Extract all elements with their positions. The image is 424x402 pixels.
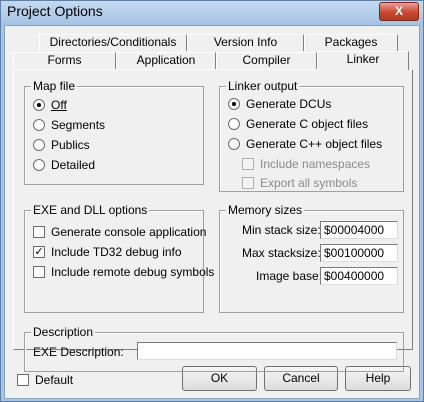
option-label: Generate C++ object files xyxy=(246,137,383,151)
option-label: Publics xyxy=(51,138,90,152)
radio-selected[interactable] xyxy=(33,99,45,111)
tab-label: Directories/Conditionals xyxy=(49,35,177,49)
description-label: Description xyxy=(31,325,96,339)
tab-label: Forms xyxy=(47,53,82,67)
window-title: Project Options xyxy=(7,3,103,19)
checkbox-checked[interactable]: ✓ xyxy=(33,246,45,258)
title-bar[interactable]: Project Options X xyxy=(1,1,423,25)
image-base-input[interactable] xyxy=(320,267,398,285)
linker-output-group: Linker output Generate DCUs Generate C o… xyxy=(219,79,404,192)
exe-description-label: EXE Description: xyxy=(33,345,124,359)
tab-packages[interactable]: Packages xyxy=(304,34,398,51)
option-label: Off xyxy=(51,98,67,112)
min-stack-size-input[interactable] xyxy=(320,221,398,239)
map-file-group: Map file Off Segments Publics Detailed xyxy=(24,79,204,185)
dialog-client: Directories/Conditionals Version Info Pa… xyxy=(4,25,420,399)
close-button[interactable]: X xyxy=(379,2,419,21)
checkbox[interactable] xyxy=(17,374,29,386)
checkbox[interactable] xyxy=(33,226,45,238)
tab-application[interactable]: Application xyxy=(116,52,216,69)
memory-sizes-label: Memory sizes xyxy=(226,203,305,217)
tab-directories-conditionals[interactable]: Directories/Conditionals xyxy=(39,34,187,51)
image-base-label: Image base: xyxy=(256,269,323,283)
tab-label: Compiler xyxy=(242,53,291,67)
radio[interactable] xyxy=(228,138,240,150)
option-label: Generate console application xyxy=(51,225,207,239)
exe-dll-options-label: EXE and DLL options xyxy=(31,203,150,217)
option-label: Default xyxy=(35,373,74,387)
tab-label: Linker xyxy=(346,52,380,66)
max-stack-size-label: Max stacksize: xyxy=(242,246,321,260)
tab-linker[interactable]: Linker xyxy=(317,51,409,70)
option-label: Generate C object files xyxy=(246,117,369,131)
checkbox[interactable] xyxy=(242,177,254,189)
radio[interactable] xyxy=(33,159,45,171)
option-label: Include remote debug symbols xyxy=(51,265,215,279)
linker-output-label: Linker output xyxy=(226,79,300,93)
map-file-label: Map file xyxy=(31,79,78,93)
tab-label: Version Info xyxy=(213,35,278,49)
tab-compiler[interactable]: Compiler xyxy=(216,52,317,69)
option-label: Include namespaces xyxy=(260,157,371,171)
option-label: Detailed xyxy=(51,158,96,172)
radio-selected[interactable] xyxy=(228,98,240,110)
option-label: Segments xyxy=(51,118,106,132)
tab-label: Application xyxy=(136,53,196,67)
tab-label: Packages xyxy=(324,35,378,49)
exe-description-input[interactable] xyxy=(137,342,397,360)
option-label: Generate DCUs xyxy=(246,97,332,111)
memory-sizes-group: Memory sizes Min stack size: Max stacksi… xyxy=(219,203,404,313)
exe-dll-options-group: EXE and DLL options Generate console app… xyxy=(24,203,214,313)
radio[interactable] xyxy=(33,139,45,151)
option-label: Include TD32 debug info xyxy=(51,245,182,259)
option-label: Export all symbols xyxy=(260,176,358,190)
checkbox[interactable] xyxy=(242,158,254,170)
min-stack-size-label: Min stack size: xyxy=(242,223,321,237)
description-group: Description EXE Description: xyxy=(24,325,404,372)
tab-forms[interactable]: Forms xyxy=(13,52,116,69)
radio[interactable] xyxy=(33,119,45,131)
max-stack-size-input[interactable] xyxy=(320,244,398,262)
linker-panel: Map file Off Segments Publics Detailed L… xyxy=(13,69,413,372)
tab-version-info[interactable]: Version Info xyxy=(187,34,304,51)
radio[interactable] xyxy=(228,118,240,130)
checkbox[interactable] xyxy=(33,266,45,278)
project-options-window: Project Options X Directories/Conditiona… xyxy=(0,0,424,402)
